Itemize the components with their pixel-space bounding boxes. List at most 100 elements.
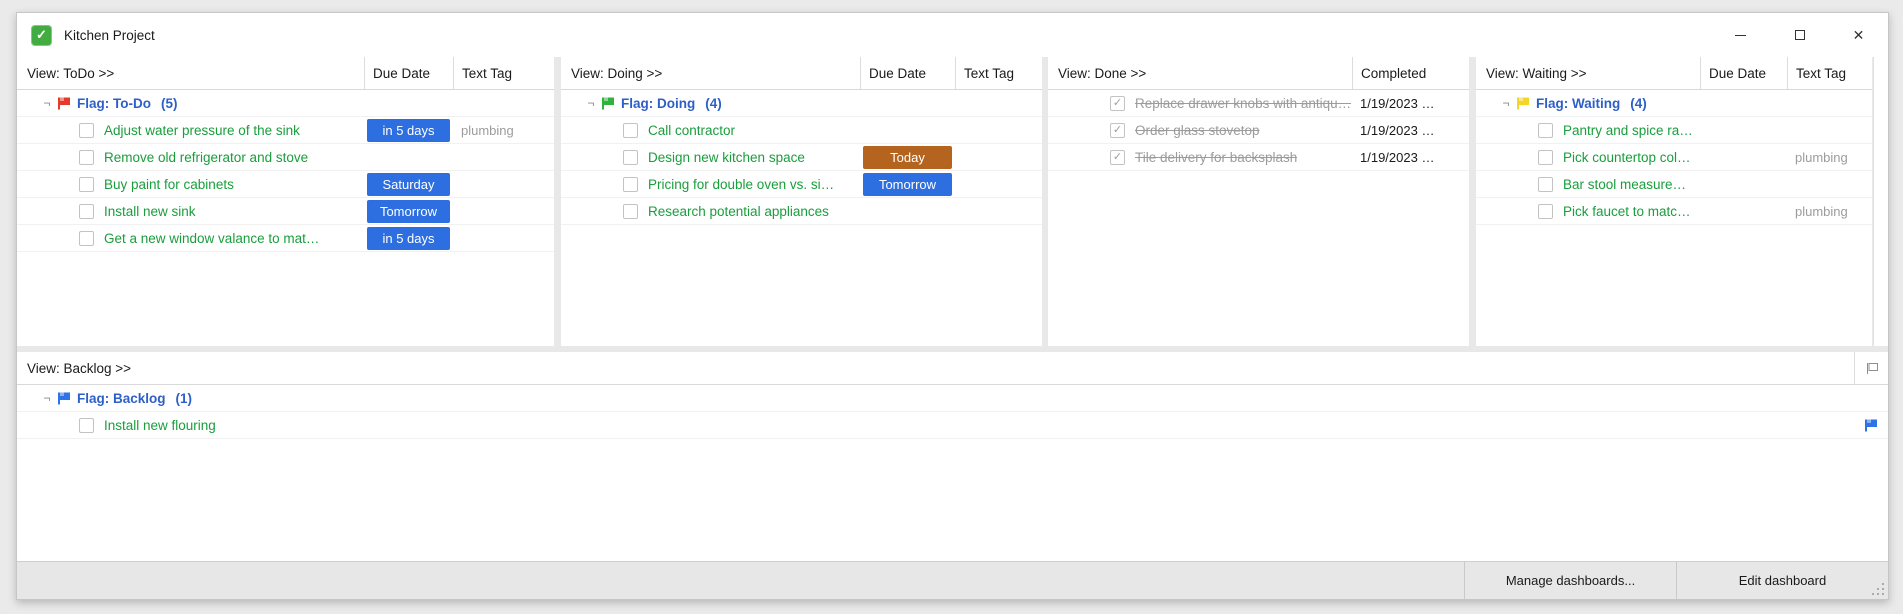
column-cell bbox=[1787, 171, 1872, 197]
task-row[interactable]: Pick countertop col… plumbing bbox=[1476, 144, 1872, 171]
close-button[interactable]: ✕ bbox=[1829, 13, 1888, 57]
task-label: Order glass stovetop bbox=[1135, 122, 1260, 138]
task-flag-icon[interactable] bbox=[1854, 419, 1888, 432]
column-cell bbox=[955, 117, 1042, 143]
group-label: Flag: Doing bbox=[621, 95, 696, 111]
minimize-icon bbox=[1735, 34, 1746, 36]
task-row[interactable]: Pantry and spice ra… bbox=[1476, 117, 1872, 144]
column-cell bbox=[1700, 117, 1787, 143]
task-row[interactable]: Install new flouring bbox=[17, 412, 1888, 439]
flag-column-header[interactable] bbox=[1854, 352, 1888, 384]
task-checkbox[interactable] bbox=[79, 203, 94, 219]
column-header-due-date[interactable]: Due Date bbox=[364, 57, 453, 89]
collapse-icon[interactable]: ¬ bbox=[39, 96, 55, 110]
task-checkbox[interactable] bbox=[1538, 203, 1553, 219]
panel-view-doing: View: Doing >> Due Date Text Tag ¬ Flag: Doi… bbox=[561, 57, 1042, 346]
task-row[interactable]: ✓ Replace drawer knobs with antiqu… 1/19/2… bbox=[1048, 90, 1469, 117]
task-main: Design new kitchen space bbox=[561, 144, 860, 170]
view-title[interactable]: View: ToDo >> bbox=[17, 57, 364, 89]
flag-icon bbox=[57, 392, 71, 405]
due-badge[interactable]: Today bbox=[863, 145, 952, 169]
collapse-icon[interactable]: ¬ bbox=[1498, 96, 1514, 110]
panel-view-waiting: View: Waiting >> Due Date Text Tag ¬ Flag: W… bbox=[1476, 57, 1872, 346]
column-header-due-date[interactable]: Due Date bbox=[1700, 57, 1787, 89]
column-header-completed[interactable]: Completed bbox=[1352, 57, 1469, 89]
task-main: Remove old refrigerator and stove bbox=[17, 144, 364, 170]
collapse-icon[interactable]: ¬ bbox=[39, 391, 55, 405]
due-badge[interactable]: Saturday bbox=[367, 172, 450, 196]
view-title[interactable]: View: Waiting >> bbox=[1476, 57, 1700, 89]
task-row[interactable]: ✓ Order glass stovetop 1/19/2023 … bbox=[1048, 117, 1469, 144]
column-header-due-date[interactable]: Due Date bbox=[860, 57, 955, 89]
task-row[interactable]: Install new sink Tomorrow bbox=[17, 198, 554, 225]
column-header-text-tag[interactable]: Text Tag bbox=[453, 57, 554, 89]
task-main: Install new sink bbox=[17, 198, 364, 224]
flag-icon bbox=[601, 97, 615, 110]
due-badge[interactable]: in 5 days bbox=[367, 118, 450, 142]
collapse-icon[interactable]: ¬ bbox=[583, 96, 599, 110]
panel-header: View: Done >> Completed bbox=[1048, 57, 1469, 90]
task-row[interactable]: Pick faucet to matc… plumbing bbox=[1476, 198, 1872, 225]
column-cell bbox=[860, 117, 955, 143]
task-checkbox[interactable] bbox=[623, 122, 638, 138]
due-badge[interactable]: in 5 days bbox=[367, 226, 450, 250]
view-title[interactable]: View: Doing >> bbox=[561, 57, 860, 89]
task-checkbox[interactable] bbox=[623, 149, 638, 165]
column-cell bbox=[955, 144, 1042, 170]
column-cell: 1/19/2023 … bbox=[1352, 117, 1469, 143]
task-label: Call contractor bbox=[648, 122, 736, 138]
task-checkbox[interactable] bbox=[1538, 176, 1553, 192]
column-cell: plumbing bbox=[1787, 198, 1872, 224]
column-cell bbox=[955, 171, 1042, 197]
task-checkbox[interactable] bbox=[79, 149, 94, 165]
task-row[interactable]: Bar stool measure… bbox=[1476, 171, 1872, 198]
task-checkbox[interactable] bbox=[623, 203, 638, 219]
task-checkbox[interactable] bbox=[79, 176, 94, 192]
task-checkbox[interactable]: ✓ bbox=[1110, 95, 1125, 111]
task-label: Design new kitchen space bbox=[648, 149, 805, 165]
manage-dashboards-button[interactable]: Manage dashboards... bbox=[1464, 562, 1676, 599]
status-bar: Manage dashboards... Edit dashboard bbox=[17, 561, 1888, 599]
edit-dashboard-button[interactable]: Edit dashboard bbox=[1676, 562, 1888, 599]
task-checkbox[interactable] bbox=[1538, 122, 1553, 138]
group-row[interactable]: ¬ Flag: Waiting (4) bbox=[1476, 90, 1872, 117]
task-checkbox[interactable] bbox=[79, 122, 94, 138]
task-row[interactable]: Design new kitchen space Today bbox=[561, 144, 1042, 171]
group-label: Flag: To-Do bbox=[77, 95, 151, 111]
view-title[interactable]: View: Backlog >> bbox=[17, 352, 1854, 384]
group-row[interactable]: ¬ Flag: To-Do (5) bbox=[17, 90, 554, 117]
flag-icon bbox=[57, 97, 71, 110]
close-icon: ✕ bbox=[1852, 27, 1865, 43]
view-title[interactable]: View: Done >> bbox=[1048, 57, 1352, 89]
resize-grip[interactable] bbox=[1872, 583, 1884, 595]
task-row[interactable]: Call contractor bbox=[561, 117, 1042, 144]
task-checkbox[interactable] bbox=[1538, 149, 1553, 165]
task-row[interactable]: ✓ Tile delivery for backsplash 1/19/2023 … bbox=[1048, 144, 1469, 171]
task-checkbox[interactable] bbox=[623, 176, 638, 192]
task-main: ✓ Tile delivery for backsplash bbox=[1048, 144, 1352, 170]
group-row[interactable]: ¬ Flag: Doing (4) bbox=[561, 90, 1042, 117]
task-checkbox[interactable]: ✓ bbox=[1110, 149, 1125, 165]
column-cell bbox=[364, 144, 453, 170]
task-row[interactable]: Pricing for double oven vs. si… Tomorrow bbox=[561, 171, 1042, 198]
task-main: Research potential appliances bbox=[561, 198, 860, 224]
task-row[interactable]: Adjust water pressure of the sink in 5 da… bbox=[17, 117, 554, 144]
task-row[interactable]: Research potential appliances bbox=[561, 198, 1042, 225]
column-header-text-tag[interactable]: Text Tag bbox=[955, 57, 1042, 89]
task-checkbox[interactable]: ✓ bbox=[1110, 122, 1125, 138]
maximize-button[interactable] bbox=[1770, 13, 1829, 57]
minimize-button[interactable] bbox=[1711, 13, 1770, 57]
column-header-text-tag[interactable]: Text Tag bbox=[1787, 57, 1872, 89]
task-row[interactable]: Get a new window valance to mat… in 5 day… bbox=[17, 225, 554, 252]
task-checkbox[interactable] bbox=[79, 417, 94, 433]
due-badge[interactable]: Tomorrow bbox=[367, 199, 450, 223]
task-checkbox[interactable] bbox=[79, 230, 94, 246]
completed-date: 1/19/2023 … bbox=[1360, 149, 1435, 165]
task-label: Buy paint for cabinets bbox=[104, 176, 234, 192]
task-row[interactable]: Remove old refrigerator and stove bbox=[17, 144, 554, 171]
task-label: Adjust water pressure of the sink bbox=[104, 122, 300, 138]
column-cell bbox=[1700, 171, 1787, 197]
group-row[interactable]: ¬ Flag: Backlog (1) bbox=[17, 385, 1888, 412]
due-badge[interactable]: Tomorrow bbox=[863, 172, 952, 196]
task-row[interactable]: Buy paint for cabinets Saturday bbox=[17, 171, 554, 198]
